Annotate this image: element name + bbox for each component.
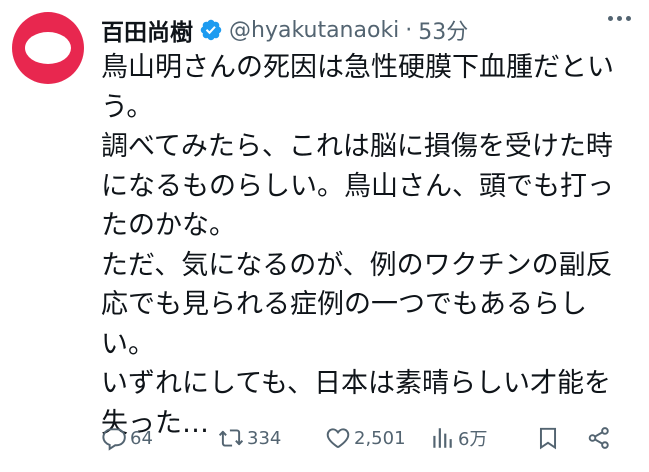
bookmark-button[interactable] bbox=[535, 425, 561, 451]
timestamp[interactable]: 53分 bbox=[418, 14, 468, 46]
tweet-text-line: 調べてみたら、これは脳に損傷を受けた時 bbox=[101, 131, 613, 162]
avatar-logo bbox=[25, 32, 71, 64]
retweet-count: 334 bbox=[247, 427, 282, 449]
retweet-button[interactable]: 334 bbox=[218, 425, 281, 451]
display-name[interactable]: 百田尚樹 bbox=[101, 13, 193, 47]
tweet-text-line: 応でも見られる症例の一つでもあるらし bbox=[101, 289, 587, 320]
handle[interactable]: @hyakutanaoki bbox=[229, 18, 399, 43]
tweet-text-line: い。 bbox=[101, 328, 155, 360]
reply-icon bbox=[102, 428, 126, 451]
views-button[interactable]: 6万 bbox=[429, 425, 487, 451]
tweet-text-line: 鳥山明さんの死因は急性硬膜下血腫だとい bbox=[101, 52, 614, 83]
share-button[interactable] bbox=[586, 425, 612, 451]
tweet-text-line: たのかな。 bbox=[101, 210, 236, 241]
like-button[interactable]: 2,501 bbox=[325, 425, 406, 451]
like-count: 2,501 bbox=[354, 427, 406, 449]
avatar[interactable] bbox=[12, 12, 84, 84]
tweet-text-line: になるものらしい。鳥山さん、頭でも打っ bbox=[101, 170, 614, 202]
like-icon bbox=[326, 428, 350, 448]
separator-dot: · bbox=[405, 17, 413, 43]
tweet-text: 鳥山明さんの死因は急性硬膜下血腫だとい う。 調べてみたら、これは脳に損傷を受け… bbox=[101, 48, 621, 443]
action-bar: 64 334 2,501 6万 bbox=[101, 425, 631, 463]
verified-badge-icon bbox=[200, 19, 222, 41]
more-icon[interactable] bbox=[608, 16, 631, 21]
share-icon bbox=[588, 427, 609, 449]
tweet-text-line: いずれにしても、日本は素晴らしい才能を bbox=[101, 368, 612, 399]
reply-count: 64 bbox=[130, 427, 153, 449]
tweet-text-line: ただ、気になるのが、例のワクチンの副反 bbox=[101, 249, 613, 281]
views-icon bbox=[433, 428, 452, 448]
tweet-header: 百田尚樹 @hyakutanaoki · 53分 bbox=[101, 12, 468, 48]
reply-button[interactable]: 64 bbox=[101, 425, 153, 451]
tweet-text-line: う。 bbox=[101, 91, 154, 123]
views-count: 6万 bbox=[458, 429, 488, 450]
bookmark-icon bbox=[539, 427, 557, 450]
retweet-icon bbox=[218, 429, 244, 447]
